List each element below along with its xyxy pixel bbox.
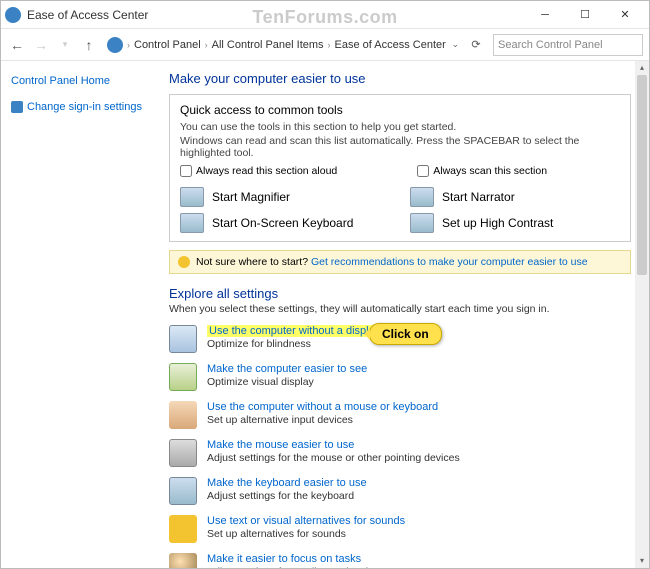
tool-osk[interactable]: Start On-Screen Keyboard	[180, 213, 390, 233]
setting-row: Use the computer without a displayOptimi…	[169, 325, 631, 353]
magnifier-icon	[180, 187, 204, 207]
narrator-icon	[410, 187, 434, 207]
setting-desc: Set up alternatives for sounds	[207, 528, 405, 540]
setting-row: Use text or visual alternatives for soun…	[169, 515, 631, 543]
refresh-button[interactable]: ⟳	[467, 36, 485, 54]
navbar: ← → ▾ ↑ › Control Panel › All Control Pa…	[1, 29, 649, 61]
scroll-thumb[interactable]	[637, 75, 647, 275]
forward-button[interactable]: →	[31, 35, 51, 55]
person-icon	[169, 401, 197, 429]
setting-row: Use the computer without a mouse or keyb…	[169, 401, 631, 429]
tool-magnifier[interactable]: Start Magnifier	[180, 187, 390, 207]
quick-line1: You can use the tools in this section to…	[180, 121, 620, 133]
setting-desc: Optimize for blindness	[207, 338, 382, 350]
bulb-icon	[178, 256, 190, 268]
recent-dropdown[interactable]: ▾	[55, 35, 75, 55]
tip-text: Not sure where to start?	[196, 256, 311, 268]
sidebar-change-label: Change sign-in settings	[27, 101, 142, 113]
setting-row: Make the computer easier to seeOptimize …	[169, 363, 631, 391]
chk-scan-input[interactable]	[417, 165, 429, 177]
tool-highcontrast[interactable]: Set up High Contrast	[410, 213, 620, 233]
breadcrumb-dropdown[interactable]: ⌄	[451, 39, 459, 50]
shield-icon	[11, 101, 23, 113]
scrollbar[interactable]: ▴ ▾	[635, 61, 649, 568]
page-title: Make your computer easier to use	[169, 71, 631, 86]
chevron-right-icon: ›	[127, 40, 130, 50]
tip-bar: Not sure where to start? Get recommendat…	[169, 250, 631, 274]
setting-link[interactable]: Make the computer easier to see	[207, 363, 367, 375]
tool-narrator[interactable]: Start Narrator	[410, 187, 620, 207]
close-button[interactable]: ✕	[605, 2, 645, 28]
mouse-icon	[169, 439, 197, 467]
avatar-icon	[169, 553, 197, 568]
bubble-icon	[169, 515, 197, 543]
setting-link[interactable]: Make the mouse easier to use	[207, 439, 354, 451]
sidebar-change-signin[interactable]: Change sign-in settings	[11, 101, 149, 113]
control-panel-icon	[107, 37, 123, 53]
sidebar-control-panel-home[interactable]: Control Panel Home	[11, 75, 149, 87]
explore-sub: When you select these settings, they wil…	[169, 303, 631, 315]
chevron-right-icon: ›	[328, 40, 331, 50]
monitor-icon	[169, 325, 197, 353]
chk-read-aloud-input[interactable]	[180, 165, 192, 177]
setting-row: Make the keyboard easier to useAdjust se…	[169, 477, 631, 505]
explore-heading: Explore all settings	[169, 286, 631, 301]
setting-desc: Adjust settings for the mouse or other p…	[207, 452, 460, 464]
breadcrumb[interactable]: › Control Panel › All Control Panel Item…	[103, 36, 489, 54]
tip-link[interactable]: Get recommendations to make your compute…	[311, 256, 588, 268]
back-button[interactable]: ←	[7, 35, 27, 55]
chevron-right-icon: ›	[205, 40, 208, 50]
keyboard-icon	[180, 213, 204, 233]
quick-title: Quick access to common tools	[180, 103, 620, 117]
chk-read-aloud[interactable]: Always read this section aloud	[180, 165, 337, 177]
up-button[interactable]: ↑	[79, 35, 99, 55]
crumb-control-panel[interactable]: Control Panel	[134, 39, 201, 51]
setting-link[interactable]: Use the computer without a display	[207, 325, 382, 337]
maximize-button[interactable]: ☐	[565, 2, 605, 28]
contrast-icon	[410, 213, 434, 233]
display-icon	[169, 363, 197, 391]
minimize-button[interactable]: ─	[525, 2, 565, 28]
setting-desc: Optimize visual display	[207, 376, 367, 388]
scroll-down-icon[interactable]: ▾	[635, 554, 649, 568]
quick-line2: Windows can read and scan this list auto…	[180, 135, 620, 159]
chk-scan[interactable]: Always scan this section	[417, 165, 547, 177]
watermark: TenForums.com	[252, 7, 397, 28]
setting-row: Make it easier to focus on tasksAdjust s…	[169, 553, 631, 568]
setting-desc: Set up alternative input devices	[207, 414, 438, 426]
search-input[interactable]: Search Control Panel	[493, 34, 643, 56]
main-content: Make your computer easier to use Quick a…	[159, 61, 649, 568]
app-icon	[5, 7, 21, 23]
scroll-up-icon[interactable]: ▴	[635, 61, 649, 75]
setting-link[interactable]: Make the keyboard easier to use	[207, 477, 367, 489]
setting-desc: Adjust settings for reading and typing	[207, 566, 380, 568]
crumb-all-items[interactable]: All Control Panel Items	[212, 39, 324, 51]
setting-link[interactable]: Use the computer without a mouse or keyb…	[207, 401, 438, 413]
setting-link[interactable]: Make it easier to focus on tasks	[207, 553, 361, 565]
callout: Click on	[369, 323, 442, 345]
quick-access-box: Quick access to common tools You can use…	[169, 94, 631, 242]
crumb-current[interactable]: Ease of Access Center	[335, 39, 446, 51]
setting-link[interactable]: Use text or visual alternatives for soun…	[207, 515, 405, 527]
setting-desc: Adjust settings for the keyboard	[207, 490, 367, 502]
sidebar: Control Panel Home Change sign-in settin…	[1, 61, 159, 568]
setting-row: Make the mouse easier to useAdjust setti…	[169, 439, 631, 467]
keyboard-icon	[169, 477, 197, 505]
